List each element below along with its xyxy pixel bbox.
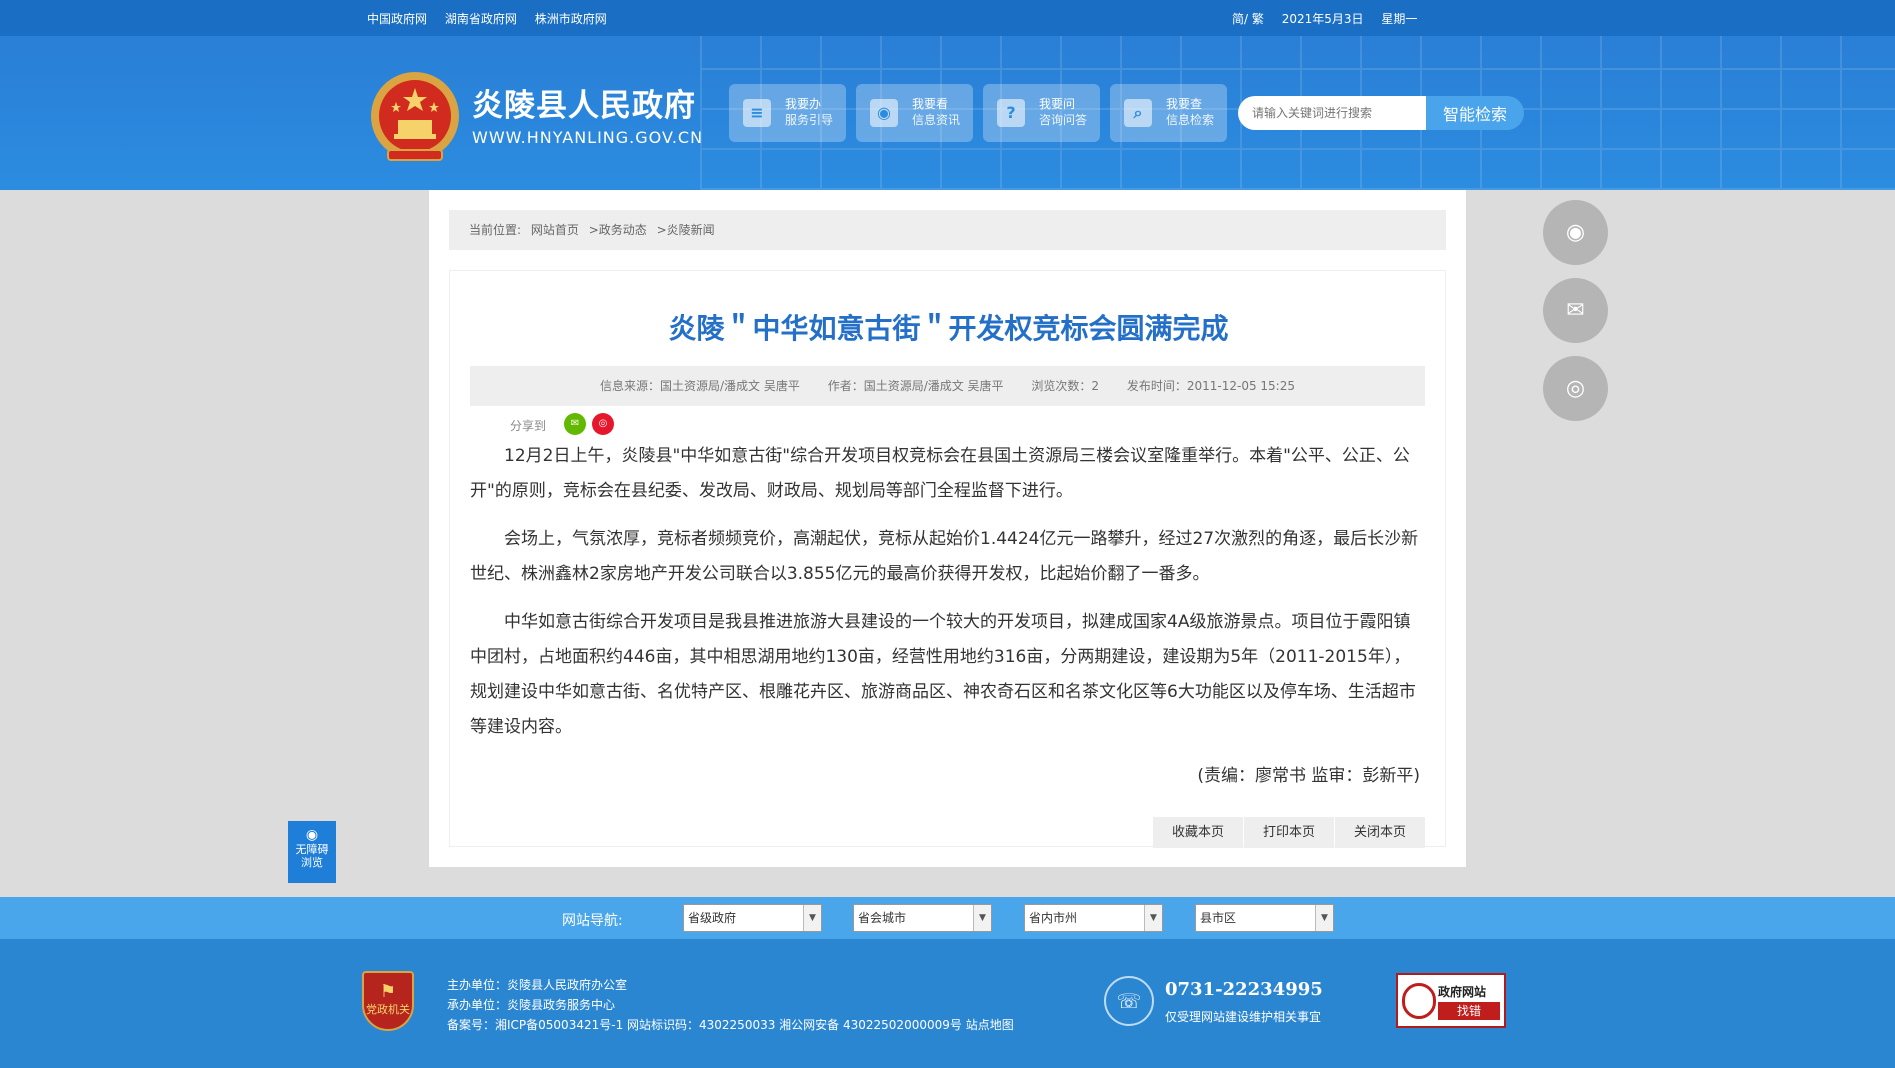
nav-label: 我要办 bbox=[785, 97, 822, 111]
article-editor: (责编：廖常书 监审：彭新平) bbox=[1197, 766, 1420, 786]
current-date: 2021年5月3日 bbox=[1281, 12, 1364, 26]
national-emblem-icon bbox=[371, 72, 459, 161]
weibo-share-icon[interactable]: ◎ bbox=[592, 413, 614, 435]
chevron-down-icon: ▼ bbox=[803, 905, 821, 931]
nav-label: 我要问 bbox=[1039, 97, 1076, 111]
nav-sublabel: 信息检索 bbox=[1166, 113, 1215, 127]
site-url: WWW.HNYANLING.GOV.CN bbox=[472, 128, 704, 147]
chevron-down-icon: ▼ bbox=[1315, 905, 1333, 931]
weibo-icon: ◎ bbox=[1565, 376, 1586, 401]
jiucuo-sublabel: 找错 bbox=[1438, 1002, 1500, 1020]
search-icon: ⌕ bbox=[1124, 99, 1152, 127]
nav-service-guide[interactable]: ≡ 我要办 服务引导 bbox=[729, 84, 846, 142]
float-wechat-button[interactable]: ✉ bbox=[1543, 278, 1608, 343]
breadcrumb-news[interactable]: >炎陵新闻 bbox=[657, 223, 715, 237]
question-icon: ? bbox=[997, 99, 1025, 127]
magnifier-icon bbox=[1402, 983, 1436, 1019]
footer-phone: 0731-22234995 bbox=[1165, 979, 1323, 1000]
meta-views: 浏览次数：2 bbox=[1031, 379, 1100, 393]
breadcrumb-politics[interactable]: >政务动态 bbox=[589, 223, 647, 237]
site-footer: ⚑ 党政机关 主办单位：炎陵县人民政府办公室 承办单位：炎陵县政务服务中心 备案… bbox=[0, 939, 1895, 1068]
eye-icon: ◉ bbox=[305, 827, 319, 843]
current-weekday: 星期一 bbox=[1381, 12, 1418, 26]
nav-search-info[interactable]: ⌕ 我要查 信息检索 bbox=[1110, 84, 1227, 142]
article-meta: 信息来源：国土资源局/潘成文 吴唐平 作者：国土资源局/潘成文 吴唐平 浏览次数… bbox=[470, 366, 1425, 406]
article-paragraph: 12月2日上午，炎陵县"中华如意古街"综合开发项目权竞标会在县国土资源局三楼会议… bbox=[470, 446, 1410, 501]
wechat-share-icon[interactable]: ✉ bbox=[564, 413, 586, 435]
footer-record: 备案号：湘ICP备05003421号-1 网站标识码：4302250033 湘公… bbox=[447, 1018, 1014, 1032]
footer-phone-note: 仅受理网站建设维护相关事宜 bbox=[1165, 1010, 1322, 1024]
eye-icon: ◉ bbox=[870, 99, 898, 127]
float-eye-button[interactable]: ◉ bbox=[1543, 200, 1608, 265]
select-province-city[interactable]: 省内市州 ▼ bbox=[1024, 904, 1163, 932]
party-gov-badge-icon[interactable]: ⚑ 党政机关 bbox=[362, 971, 414, 1031]
share-bar: 分享到 ✉ ◎ bbox=[510, 413, 614, 435]
site-nav-label: 网站导航: bbox=[562, 913, 623, 929]
nav-sublabel: 咨询问答 bbox=[1039, 113, 1088, 127]
chevron-down-icon: ▼ bbox=[1144, 905, 1162, 931]
breadcrumb: 当前位置: 网站首页 >政务动态 >炎陵新闻 bbox=[449, 210, 1446, 250]
select-county[interactable]: 县市区 ▼ bbox=[1195, 904, 1334, 932]
search-box: 智能检索 bbox=[1238, 96, 1524, 130]
article-actions: 收藏本页 打印本页 关闭本页 bbox=[1152, 817, 1425, 848]
wechat-icon: ✉ bbox=[1566, 298, 1585, 323]
select-value: 县市区 bbox=[1200, 911, 1237, 925]
meta-source: 信息来源：国土资源局/潘成文 吴唐平 bbox=[600, 379, 800, 393]
bookmark-page-button[interactable]: 收藏本页 bbox=[1153, 817, 1243, 848]
top-bar: 中国政府网 湖南省政府网 株洲市政府网 简/ 繁 2021年5月3日 星期一 bbox=[0, 0, 1895, 36]
chevron-down-icon: ▼ bbox=[973, 905, 991, 931]
select-capital-city[interactable]: 省会城市 ▼ bbox=[853, 904, 992, 932]
phone-icon: ☏ bbox=[1104, 976, 1154, 1026]
footer-host: 主办单位：炎陵县人民政府办公室 bbox=[447, 978, 628, 992]
accessibility-label: 无障碍 bbox=[295, 843, 329, 856]
main-container: 当前位置: 网站首页 >政务动态 >炎陵新闻 炎陵＂中华如意古街＂开发权竞标会圆… bbox=[429, 190, 1466, 867]
nav-qa[interactable]: ? 我要问 咨询问答 bbox=[983, 84, 1100, 142]
site-nav-bar: 网站导航: 省级政府 ▼ 省会城市 ▼ 省内市州 ▼ 县市区 ▼ bbox=[0, 897, 1895, 939]
select-value: 省内市州 bbox=[1029, 911, 1078, 925]
article-body: 12月2日上午，炎陵县"中华如意古街"综合开发项目权竞标会在县国土资源局三楼会议… bbox=[470, 439, 1425, 758]
print-page-button[interactable]: 打印本页 bbox=[1244, 817, 1334, 848]
close-page-button[interactable]: 关闭本页 bbox=[1335, 817, 1425, 848]
article: 炎陵＂中华如意古街＂开发权竞标会圆满完成 信息来源：国土资源局/潘成文 吴唐平 … bbox=[449, 270, 1446, 848]
top-right: 简/ 繁 2021年5月3日 星期一 bbox=[1232, 10, 1431, 27]
gov-links: 中国政府网 湖南省政府网 株洲市政府网 bbox=[367, 10, 621, 27]
accessibility-button[interactable]: ◉ 无障碍 浏览 bbox=[288, 821, 336, 883]
lang-switch[interactable]: 简/ 繁 bbox=[1232, 12, 1264, 26]
link-china-gov[interactable]: 中国政府网 bbox=[367, 12, 427, 26]
select-value: 省会城市 bbox=[858, 911, 907, 925]
footer-info: 主办单位：炎陵县人民政府办公室 承办单位：炎陵县政务服务中心 备案号：湘ICP备… bbox=[447, 975, 1014, 1035]
badge-emblem: ⚑ bbox=[379, 981, 397, 1002]
nav-label: 我要看 bbox=[912, 97, 949, 111]
footer-organizer: 承办单位：炎陵县政务服务中心 bbox=[447, 998, 616, 1012]
jiucuo-label: 政府网站 bbox=[1438, 985, 1487, 999]
share-label: 分享到 bbox=[510, 419, 547, 433]
nav-sublabel: 信息资讯 bbox=[912, 113, 961, 127]
article-title: 炎陵＂中华如意古街＂开发权竞标会圆满完成 bbox=[668, 312, 1229, 345]
nav-info[interactable]: ◉ 我要看 信息资讯 bbox=[856, 84, 973, 142]
link-hunan-gov[interactable]: 湖南省政府网 bbox=[445, 12, 517, 26]
accessibility-sublabel: 浏览 bbox=[301, 856, 323, 869]
nav-label: 我要查 bbox=[1166, 97, 1203, 111]
document-icon: ≡ bbox=[743, 99, 771, 127]
select-value: 省级政府 bbox=[688, 911, 737, 925]
badge-label: 党政机关 bbox=[366, 1003, 410, 1016]
search-button[interactable]: 智能检索 bbox=[1426, 96, 1524, 130]
gov-site-error-report-button[interactable]: 政府网站 找错 bbox=[1396, 973, 1506, 1028]
link-zhuzhou-gov[interactable]: 株洲市政府网 bbox=[535, 12, 607, 26]
meta-author: 作者：国土资源局/潘成文 吴唐平 bbox=[827, 379, 1004, 393]
nav-sublabel: 服务引导 bbox=[785, 113, 834, 127]
float-weibo-button[interactable]: ◎ bbox=[1543, 356, 1608, 421]
search-input[interactable] bbox=[1238, 96, 1426, 130]
article-paragraph: 会场上，气氛浓厚，竞标者频频竞价，高潮起伏，竞标从起始价1.4424亿元一路攀升… bbox=[470, 529, 1419, 584]
site-header: 炎陵县人民政府 WWW.HNYANLING.GOV.CN ≡ 我要办 服务引导 … bbox=[0, 36, 1895, 190]
site-title: 炎陵县人民政府 bbox=[472, 88, 696, 124]
article-paragraph: 中华如意古街综合开发项目是我县推进旅游大县建设的一个较大的开发项目，拟建成国家4… bbox=[470, 612, 1416, 737]
select-province-gov[interactable]: 省级政府 ▼ bbox=[683, 904, 822, 932]
meta-published: 发布时间：2011-12-05 15:25 bbox=[1126, 379, 1295, 393]
eye-icon: ◉ bbox=[1565, 220, 1586, 245]
breadcrumb-label: 当前位置: bbox=[469, 223, 522, 237]
breadcrumb-home[interactable]: 网站首页 bbox=[531, 223, 579, 237]
